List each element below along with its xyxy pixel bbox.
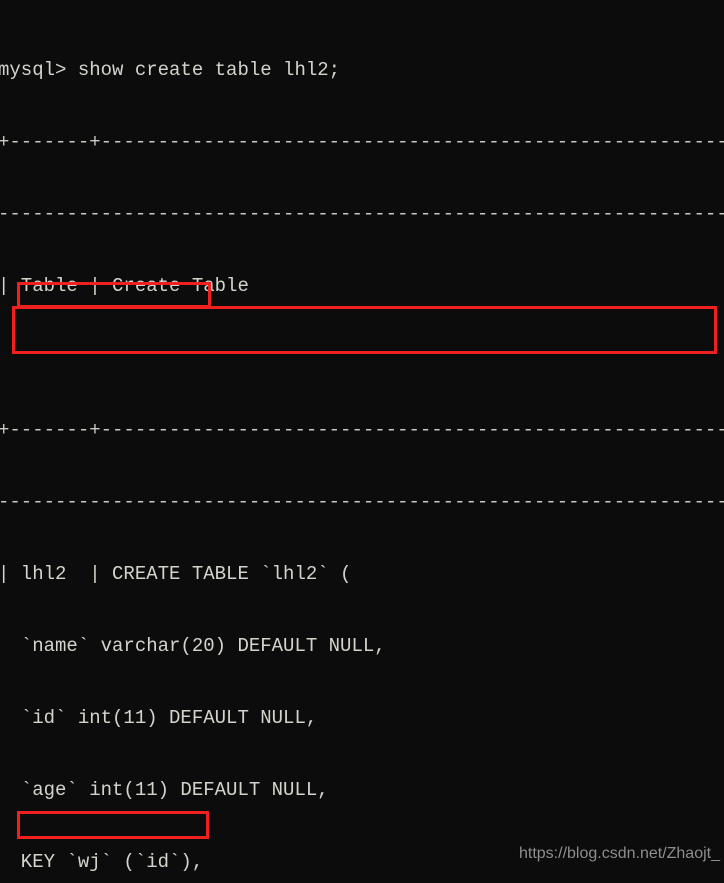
- terminal-line: ----------------------------------------…: [0, 491, 724, 513]
- terminal-line: | lhl2 | CREATE TABLE `lhl2` (: [0, 563, 352, 585]
- terminal-window[interactable]: mysql> show create table lhl2; +-------+…: [0, 0, 724, 883]
- terminal-line: mysql> show create table lhl2;: [0, 59, 341, 81]
- terminal-line: `id` int(11) DEFAULT NULL,: [0, 707, 318, 729]
- terminal-screen[interactable]: mysql> show create table lhl2; +-------+…: [0, 10, 724, 883]
- terminal-line: `name` varchar(20) DEFAULT NULL,: [0, 635, 386, 657]
- terminal-line: `age` int(11) DEFAULT NULL,: [0, 779, 329, 801]
- terminal-line: +-------+-------------------------------…: [0, 419, 724, 441]
- terminal-line: | Table | Create Table: [0, 275, 249, 297]
- watermark-url: https://blog.csdn.net/Zhaojt_: [518, 845, 720, 862]
- terminal-line: +-------+-------------------------------…: [0, 131, 724, 153]
- terminal-line: ----------------------------------------…: [0, 203, 724, 225]
